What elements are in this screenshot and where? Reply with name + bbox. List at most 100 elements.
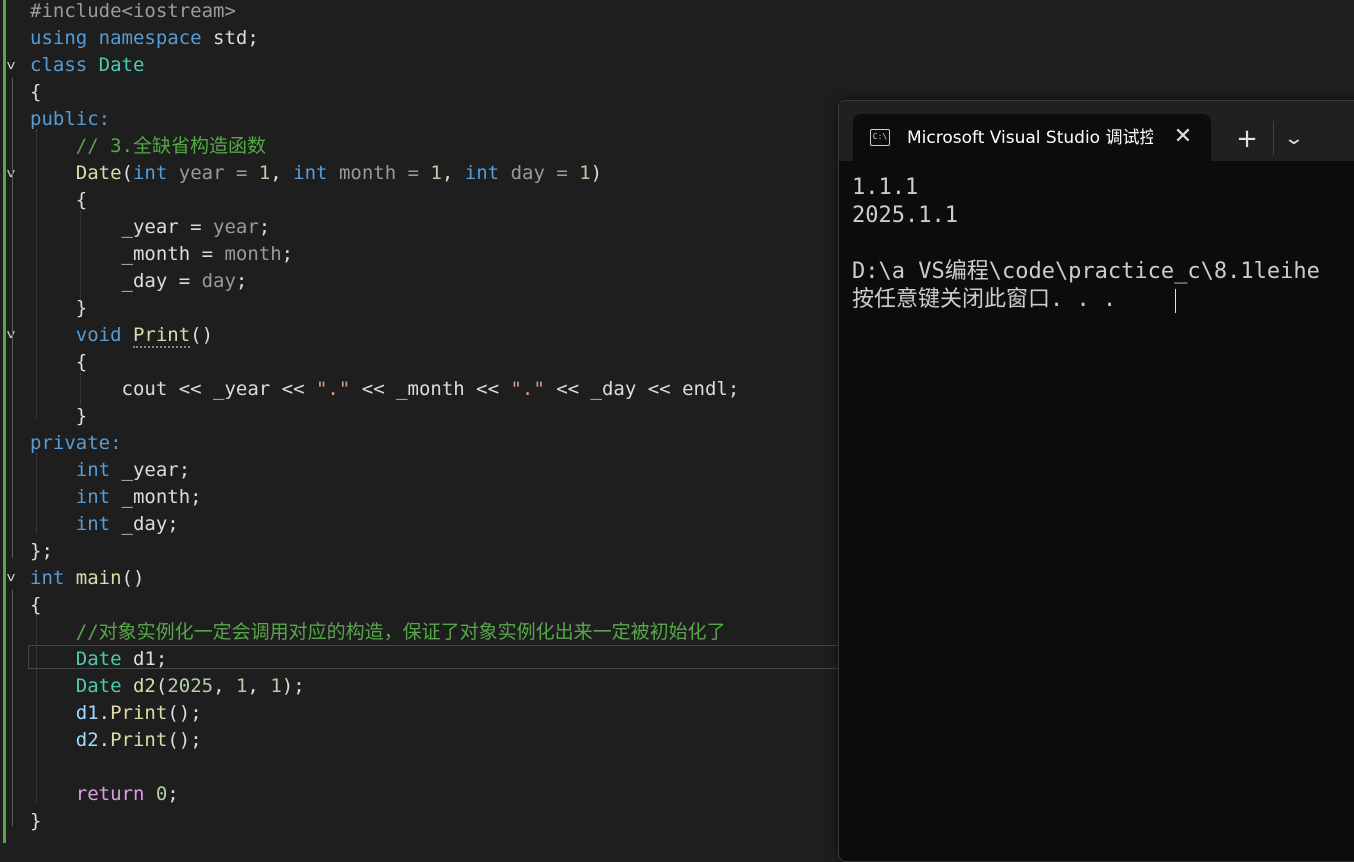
code-line[interactable]: { <box>30 349 87 376</box>
code-token: year = <box>178 162 259 184</box>
code-line[interactable]: } <box>30 295 87 322</box>
tab-separator <box>1273 121 1274 155</box>
code-token: d2 <box>132 675 156 697</box>
code-token: month <box>224 243 282 265</box>
fold-chevron-icon[interactable]: v <box>2 327 20 341</box>
code-token: ( <box>155 675 168 697</box>
code-line[interactable]: { <box>30 592 41 619</box>
code-token: #include<iostream> <box>30 0 236 22</box>
code-token: ; <box>281 243 294 265</box>
fold-chevron-icon[interactable]: v <box>2 166 20 180</box>
code-token: Date <box>75 675 133 697</box>
code-token: _year = <box>30 216 214 238</box>
code-line[interactable]: { <box>30 187 87 214</box>
console-output-line: D:\a VS编程\code\practice_c\8.1leihe <box>852 259 1320 284</box>
code-token: int <box>75 459 122 481</box>
code-line[interactable]: int _month; <box>30 484 202 511</box>
console-output-line: 1.1.1 <box>852 175 919 200</box>
code-token: _year; <box>121 459 191 481</box>
code-token: { <box>30 594 42 616</box>
debug-console-window[interactable]: C:\ Microsoft Visual Studio 调试控制台 ✕ + ⌄ … <box>838 100 1354 862</box>
code-token: 1 <box>270 675 282 697</box>
code-token: () <box>190 324 214 346</box>
code-token: ) <box>590 162 603 184</box>
code-line[interactable]: //对象实例化一定会调用对应的构造，保证了对象实例化出来一定被初始化了 <box>30 619 726 646</box>
code-token: { <box>30 351 88 373</box>
code-line[interactable]: int main() <box>30 565 144 592</box>
code-token: month = <box>338 162 431 184</box>
code-line[interactable]: #include<iostream> <box>30 0 236 25</box>
code-line[interactable]: _day = day; <box>30 268 248 295</box>
code-line[interactable]: private: <box>30 430 122 457</box>
code-line[interactable]: int _year; <box>30 457 190 484</box>
console-tab[interactable]: C:\ Microsoft Visual Studio 调试控制台 ✕ <box>853 114 1211 161</box>
code-token: ( <box>121 162 133 184</box>
code-token: "." <box>510 378 545 400</box>
code-line[interactable]: Date d2(2025, 1, 1); <box>30 673 305 700</box>
code-token: private: <box>30 432 122 454</box>
code-token: year <box>213 216 259 238</box>
console-output-line: 2025.1.1 <box>852 203 958 228</box>
code-token: 1 <box>430 162 442 184</box>
code-token: _day; <box>121 513 179 535</box>
code-line[interactable]: return 0; <box>30 781 179 808</box>
code-line[interactable]: using namespace std; <box>30 25 259 52</box>
fold-chevron-icon[interactable]: v <box>2 58 20 72</box>
code-token: d2 <box>75 729 99 751</box>
code-line[interactable]: Date(int year = 1, int month = 1, int da… <box>30 160 602 187</box>
code-line[interactable]: int _day; <box>30 511 179 538</box>
code-token: ); <box>281 675 305 697</box>
code-line[interactable]: }; <box>30 538 53 565</box>
chevron-down-icon[interactable]: ⌄ <box>1279 125 1310 153</box>
code-line[interactable]: } <box>30 403 87 430</box>
code-token: int <box>75 513 122 535</box>
code-token: Print <box>110 702 168 724</box>
code-line[interactable]: // 3.全缺省构造函数 <box>30 133 266 160</box>
fold-guide <box>12 590 13 826</box>
code-line[interactable]: cout << _year << "." << _month << "." <<… <box>30 376 740 403</box>
code-token: 1 <box>579 162 591 184</box>
code-token: int <box>293 162 339 184</box>
code-line[interactable]: } <box>30 808 41 835</box>
code-token: ; <box>258 216 271 238</box>
code-token: void <box>75 324 133 346</box>
code-line[interactable]: public: <box>30 106 110 133</box>
code-token: d1 <box>75 702 99 724</box>
code-token: "." <box>315 378 351 400</box>
code-token: public: <box>30 108 111 130</box>
code-token: () <box>121 567 145 589</box>
code-line[interactable]: _month = month; <box>30 241 294 268</box>
code-token: Date <box>75 162 122 184</box>
code-token: ; <box>235 270 248 292</box>
code-token: int <box>132 162 179 184</box>
fold-chevron-icon[interactable]: v <box>2 570 20 584</box>
code-token: << _day << endl; <box>544 378 740 400</box>
code-token: , <box>441 162 465 184</box>
code-line[interactable]: Date d1; <box>30 646 168 673</box>
code-token: (); <box>167 729 202 751</box>
code-token: }; <box>30 540 53 562</box>
text-cursor <box>1175 289 1176 313</box>
code-token: } <box>30 297 88 319</box>
code-token: . <box>98 702 111 724</box>
close-icon[interactable]: ✕ <box>1171 125 1195 149</box>
code-line[interactable]: d2.Print(); <box>30 727 202 754</box>
code-line[interactable]: { <box>30 79 41 106</box>
code-token: cout << _year << <box>30 378 316 400</box>
fold-guide <box>12 347 13 419</box>
code-token: } <box>30 810 42 832</box>
code-line[interactable]: void Print() <box>30 322 213 349</box>
code-line[interactable]: _year = year; <box>30 214 271 241</box>
code-line[interactable]: d1.Print(); <box>30 700 202 727</box>
code-line[interactable]: class Date <box>30 52 144 79</box>
new-tab-plus-icon[interactable]: + <box>1233 125 1261 153</box>
code-token: Print <box>132 324 191 348</box>
